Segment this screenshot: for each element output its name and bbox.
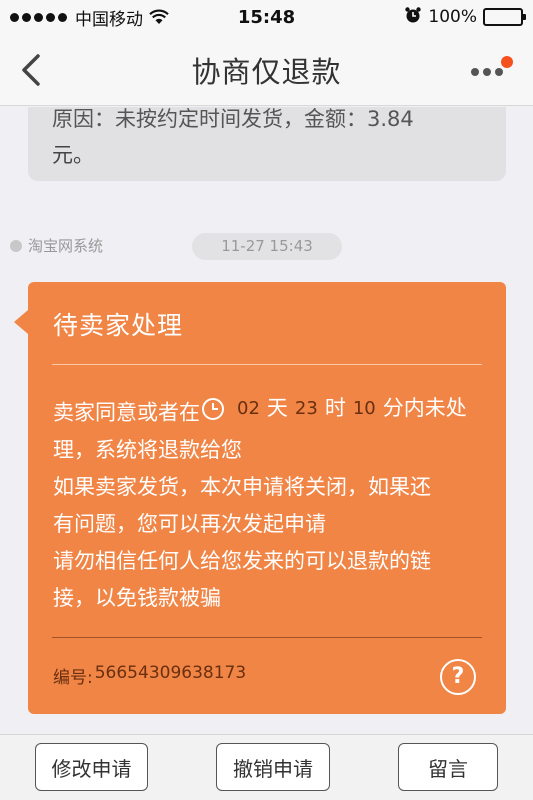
help-icon[interactable]: ? [440, 659, 476, 695]
body-line-2: 理，系统将退款给您 [53, 437, 242, 462]
notification-badge [501, 56, 513, 68]
battery-percent: 100% [428, 7, 477, 27]
nav-bar: 协商仅退款 [0, 34, 533, 106]
message-timestamp: 11-27 15:43 [192, 233, 342, 260]
countdown-minutes: 10 [352, 398, 376, 419]
reference-value: 56654309638173 [94, 663, 247, 683]
previous-message-text: 原因：未按约定时间发货，金额：3.84 [52, 107, 414, 131]
leave-message-button[interactable]: 留言 [398, 743, 498, 791]
message-list[interactable]: 原因：未按约定时间发货，金额：3.84 元。 淘宝网系统 11-27 15:43… [0, 107, 533, 735]
divider [52, 637, 482, 638]
status-bar: 中国移动 15:48 100% [0, 0, 533, 34]
alarm-clock-icon [404, 6, 422, 29]
countdown-days: 02 [237, 398, 260, 419]
status-message-card: 待卖家处理 卖家同意或者在 02 天 23 时 10 分内未处 理，系统将退款给您 如果卖家… [14, 282, 506, 714]
signal-strength-icon [10, 12, 67, 22]
sender-info: 淘宝网系统 [10, 235, 103, 256]
back-button[interactable] [20, 52, 50, 88]
divider [52, 364, 482, 365]
body-text: 卖家同意或者在 [53, 400, 200, 425]
previous-message-text-line2: 元。 [52, 143, 94, 167]
clock-icon [202, 397, 224, 420]
more-button[interactable] [469, 56, 519, 86]
minutes-unit: 分内未处 [382, 396, 467, 420]
countdown: 02 天 23 时 10 分内未处 [200, 390, 467, 427]
countdown-hours: 23 [294, 398, 318, 419]
more-icon [471, 68, 503, 76]
sender-avatar [10, 239, 22, 252]
sender-name: 淘宝网系统 [28, 237, 104, 255]
chevron-left-icon [22, 54, 40, 86]
reference-number: 编号: 56654309638173 [53, 663, 246, 688]
days-unit: 天 [266, 396, 288, 420]
previous-message-card: 原因：未按约定时间发货，金额：3.84 元。 [28, 107, 506, 181]
modify-request-button[interactable]: 修改申请 [35, 743, 148, 791]
body-line-6: 接，以免钱款被骗 [53, 585, 221, 610]
card-body: 卖家同意或者在 02 天 23 时 10 分内未处 理，系统将退款给您 如果卖家发货，本次申… [53, 390, 493, 617]
body-line-5: 请勿相信任何人给您发来的可以退款的链 [53, 548, 431, 573]
cancel-request-button[interactable]: 撤销申请 [216, 743, 330, 791]
wifi-icon [149, 9, 169, 25]
bottom-toolbar: 修改申请 撤销申请 留言 [0, 734, 533, 800]
carrier-name: 中国移动 [75, 9, 143, 30]
body-line-1: 卖家同意或者在 02 天 23 时 10 分内未处 [53, 390, 493, 432]
body-line-3: 如果卖家发货，本次申请将关闭，如果还 [53, 474, 431, 499]
page-title: 协商仅退款 [191, 54, 342, 89]
reference-label: 编号: [53, 668, 93, 688]
card-title: 待卖家处理 [53, 311, 184, 340]
hours-unit: 时 [324, 396, 346, 420]
body-line-4: 有问题，您可以再次发起申请 [53, 511, 326, 536]
battery-icon [483, 8, 526, 26]
